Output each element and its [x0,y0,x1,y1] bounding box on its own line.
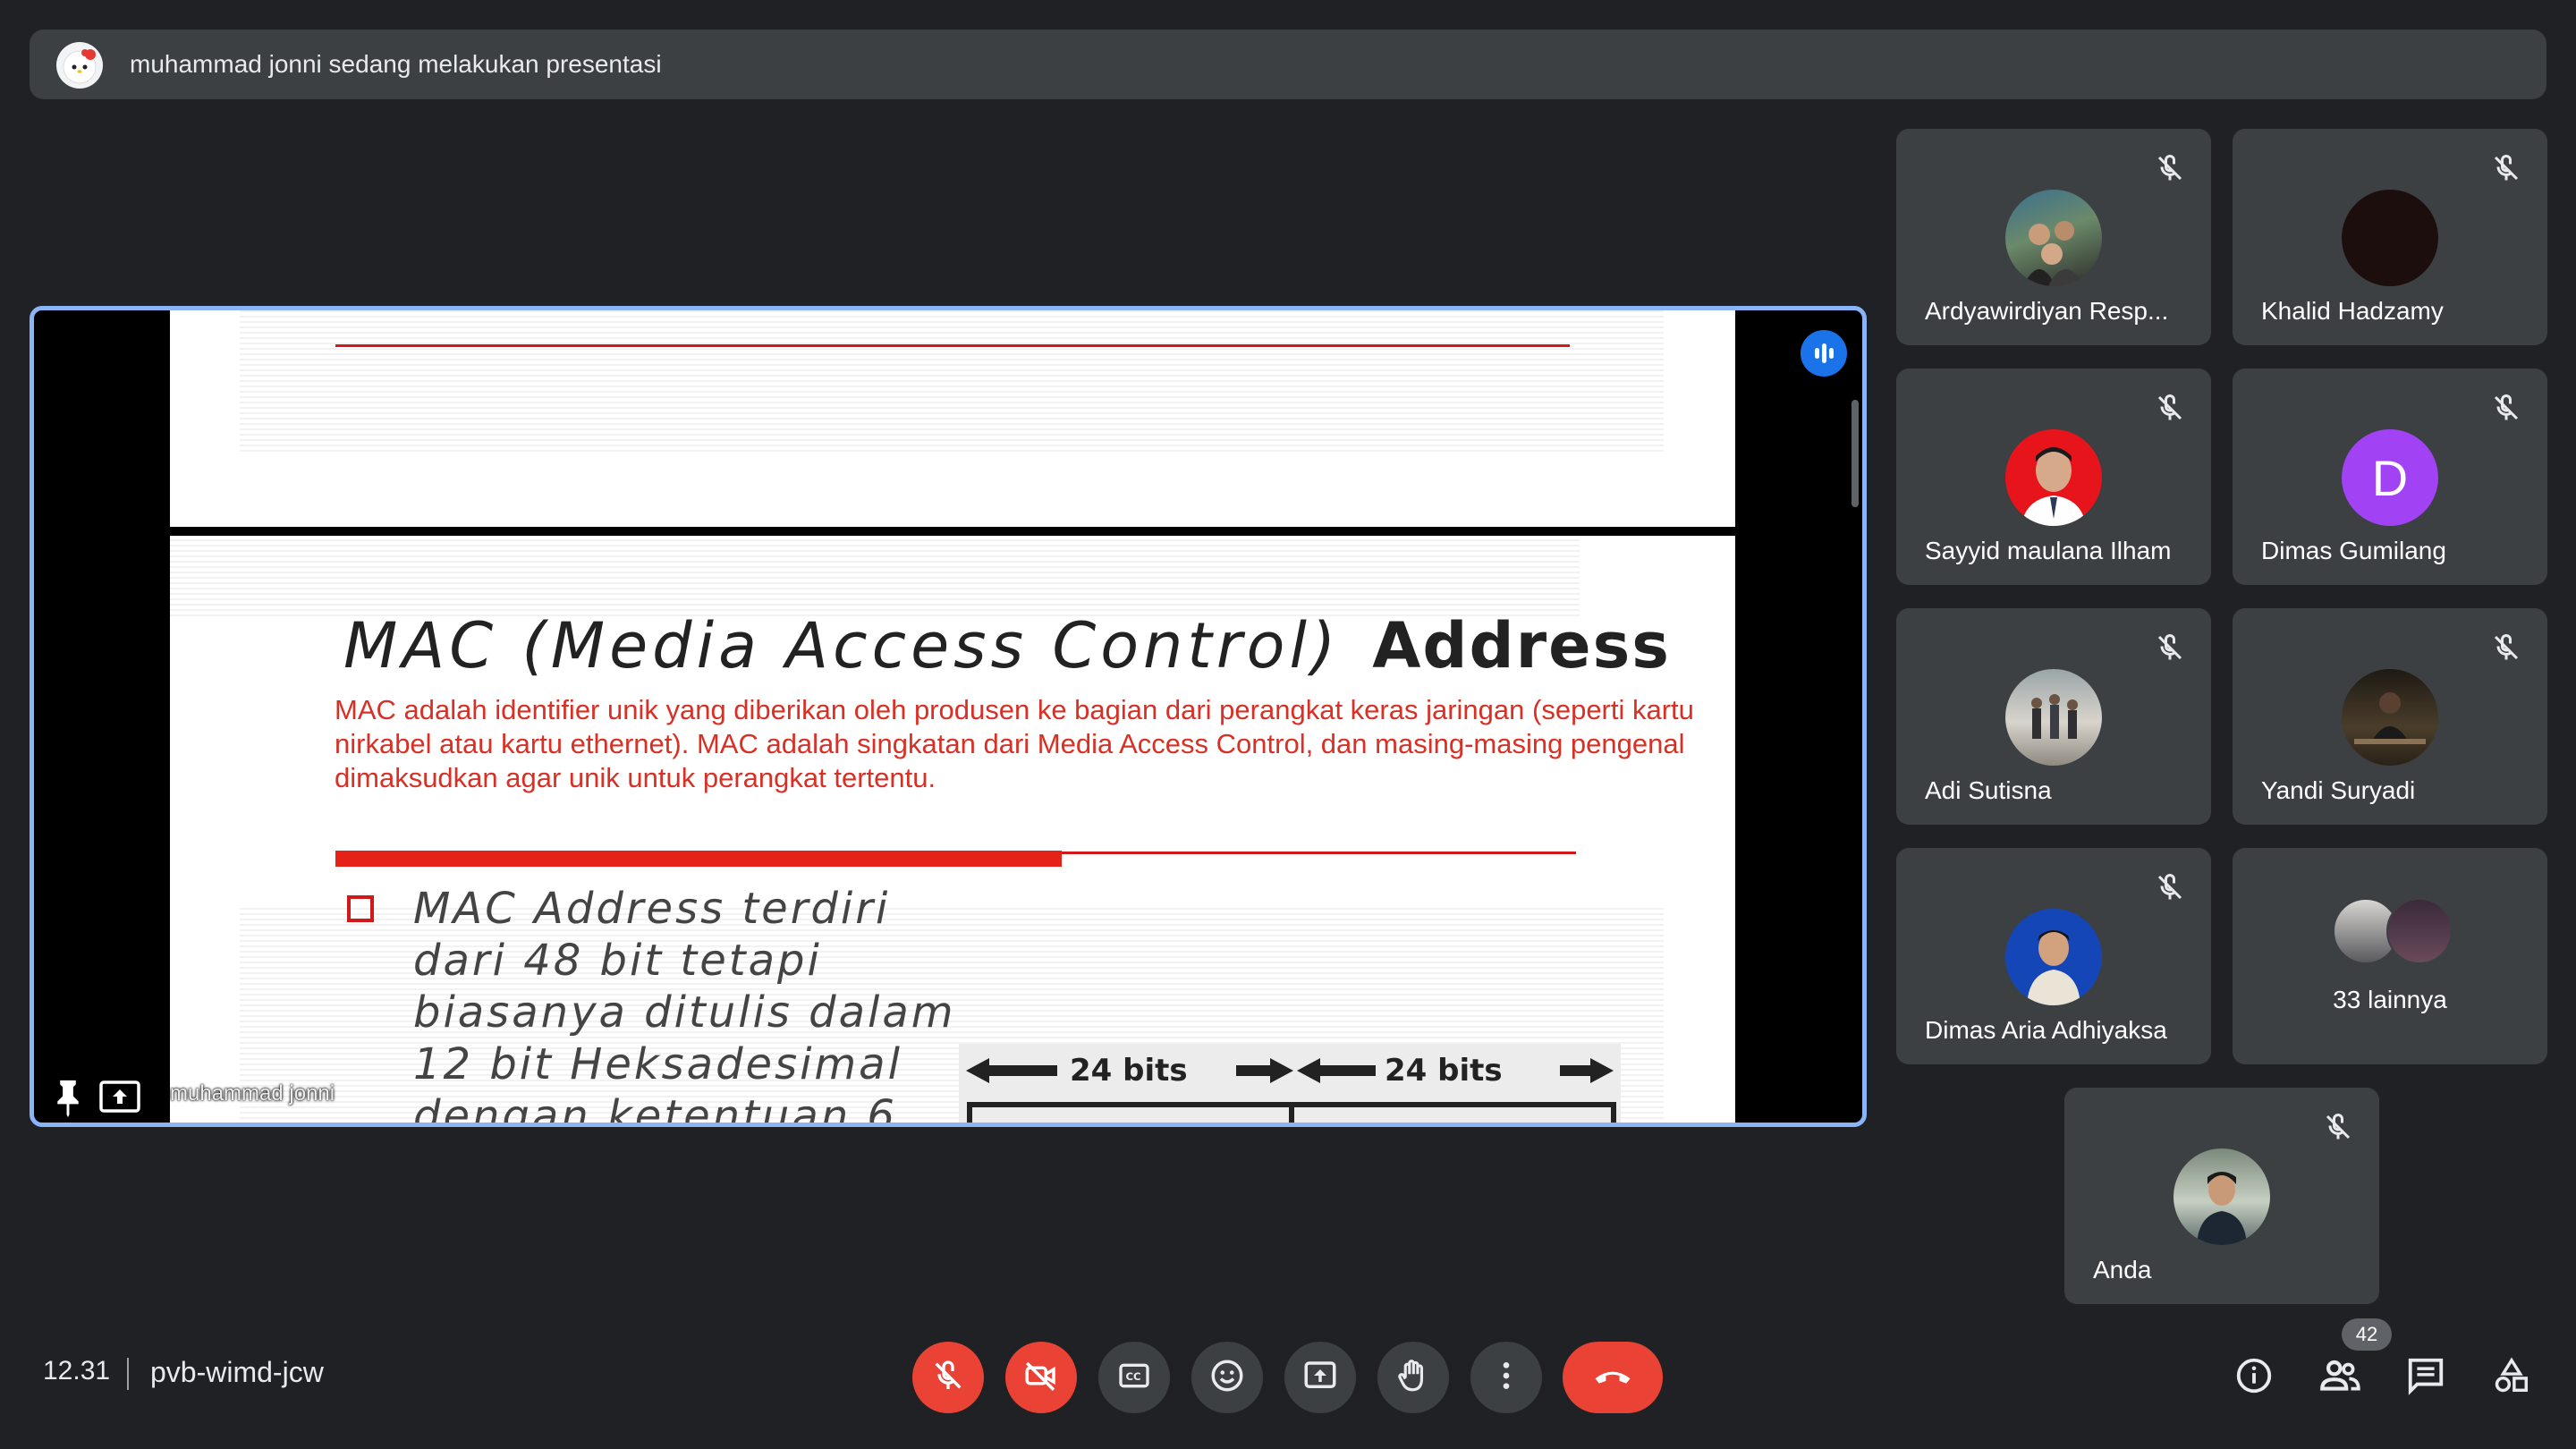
mic-off-icon [2490,631,2522,664]
emoji-reaction-button[interactable] [1191,1342,1263,1413]
mic-off-icon [2154,871,2186,903]
raise-hand-icon [1394,1357,1432,1399]
present-icon [1301,1357,1339,1399]
slide-title: MAC (Media Access Control) Address [343,606,1671,683]
slide-red-line [1062,852,1576,854]
participant-name: Anda [2093,1256,2152,1284]
participant-tile[interactable]: Adi Sutisna [1896,608,2211,825]
avatar [2342,190,2438,286]
people-icon [2318,1353,2362,1402]
meeting-code: pvb-wimd-jcw [150,1356,324,1388]
shared-slide: MAC (Media Access Control) Address MAC ad… [170,310,1735,1127]
participant-name: Sayyid maulana Ilham [1925,537,2172,564]
meeting-time: 12.31 [43,1356,111,1385]
banner-text: muhammad jonni sedang melakukan presenta… [130,50,662,78]
toggle-mic-button[interactable] [912,1342,984,1413]
presentation-stage[interactable]: MAC (Media Access Control) Address MAC ad… [30,306,1867,1127]
meeting-details-button[interactable] [2229,1352,2279,1402]
leave-call-button[interactable] [1563,1342,1663,1413]
slide-definition: MAC adalah identifier unik yang diberika… [335,694,1694,793]
participant-name: Dimas Gumilang [2261,537,2446,564]
slide-top-band [240,310,1664,453]
participant-tile[interactable]: Dimas Aria Adhiyaksa [1896,848,2211,1064]
emoji-icon [1208,1357,1246,1399]
bullet-square-icon [347,895,374,922]
participant-tile[interactable]: Sayyid maulana Ilham [1896,369,2211,585]
mic-off-icon [2490,152,2522,184]
participant-name: Adi Sutisna [1925,776,2052,804]
people-button[interactable] [2315,1352,2365,1402]
participant-tile[interactable]: Khalid Hadzamy [2233,129,2547,345]
avatar [2005,669,2102,766]
participant-name: Dimas Aria Adhiyaksa [1925,1016,2167,1044]
activities-button[interactable] [2487,1352,2537,1402]
captions-button[interactable]: CC [1098,1342,1170,1413]
presentation-banner: muhammad jonni sedang melakukan presenta… [30,30,2546,99]
slide-bullet-text: MAC Address terdiri dari 48 bit tetapi b… [413,884,956,1127]
present-icon[interactable] [98,1080,141,1115]
bits-label-left: 24 bits [1070,1053,1188,1089]
activities-icon [2491,1355,2532,1401]
scrollbar[interactable] [1852,400,1859,507]
self-tile[interactable]: Anda [2064,1088,2379,1304]
participant-tile[interactable]: 33 lainnya [2233,848,2547,1064]
divider [127,1358,129,1390]
others-label: 33 lainnya [2333,986,2447,1013]
participant-tile[interactable]: Yandi Suryadi [2233,608,2547,825]
mic-off-icon [930,1358,966,1398]
presenter-name: muhammad jonni [170,1081,335,1106]
slide-title-light: MAC (Media Access Control) [343,609,1341,682]
avatar [2005,429,2102,526]
avatar [2005,190,2102,286]
participant-name: Ardyawirdiyan Resp... [1925,297,2169,325]
participant-name: Yandi Suryadi [2261,776,2416,804]
present-now-button[interactable] [1284,1342,1356,1413]
avatar [2005,909,2102,1005]
mic-off-icon [2154,631,2186,664]
bits-label-right: 24 bits [1385,1053,1503,1089]
slide-top-line [335,344,1570,347]
participant-tile[interactable]: Ardyawirdiyan Resp... [1896,129,2211,345]
toggle-camera-button[interactable] [1005,1342,1077,1413]
slide-title-bold: Address [1372,609,1671,682]
raise-hand-button[interactable] [1377,1342,1449,1413]
slide-red-bar [335,851,1062,867]
more-options-icon [1488,1358,1524,1398]
slide-divider [170,527,1735,536]
chat-icon [2405,1355,2446,1401]
speaking-indicator-icon [1801,330,1847,377]
presenter-avatar [56,42,103,89]
avatar [2386,898,2453,964]
people-count-badge: 42 [2342,1318,2392,1351]
avatar [2174,1148,2270,1245]
participant-name: Khalid Hadzamy [2261,297,2444,325]
mic-off-icon [2154,392,2186,424]
leave-call-icon [1589,1352,1636,1403]
others-avatar-group [2333,898,2453,964]
mic-off-icon [2490,392,2522,424]
bits-diagram: 24 bits 24 bits [959,1044,1621,1123]
svg-text:CC: CC [1126,1370,1141,1383]
mic-off-icon [2322,1111,2354,1143]
avatar-initial: D [2342,429,2438,526]
mic-off-icon [2154,152,2186,184]
avatar [2342,669,2438,766]
participant-tile[interactable]: D Dimas Gumilang [2233,369,2547,585]
camera-off-icon [1022,1357,1060,1399]
chat-button[interactable] [2401,1352,2451,1402]
pin-icon[interactable] [52,1078,84,1117]
info-icon [2233,1355,2275,1401]
captions-icon: CC [1116,1358,1152,1398]
more-options-button[interactable] [1470,1342,1542,1413]
